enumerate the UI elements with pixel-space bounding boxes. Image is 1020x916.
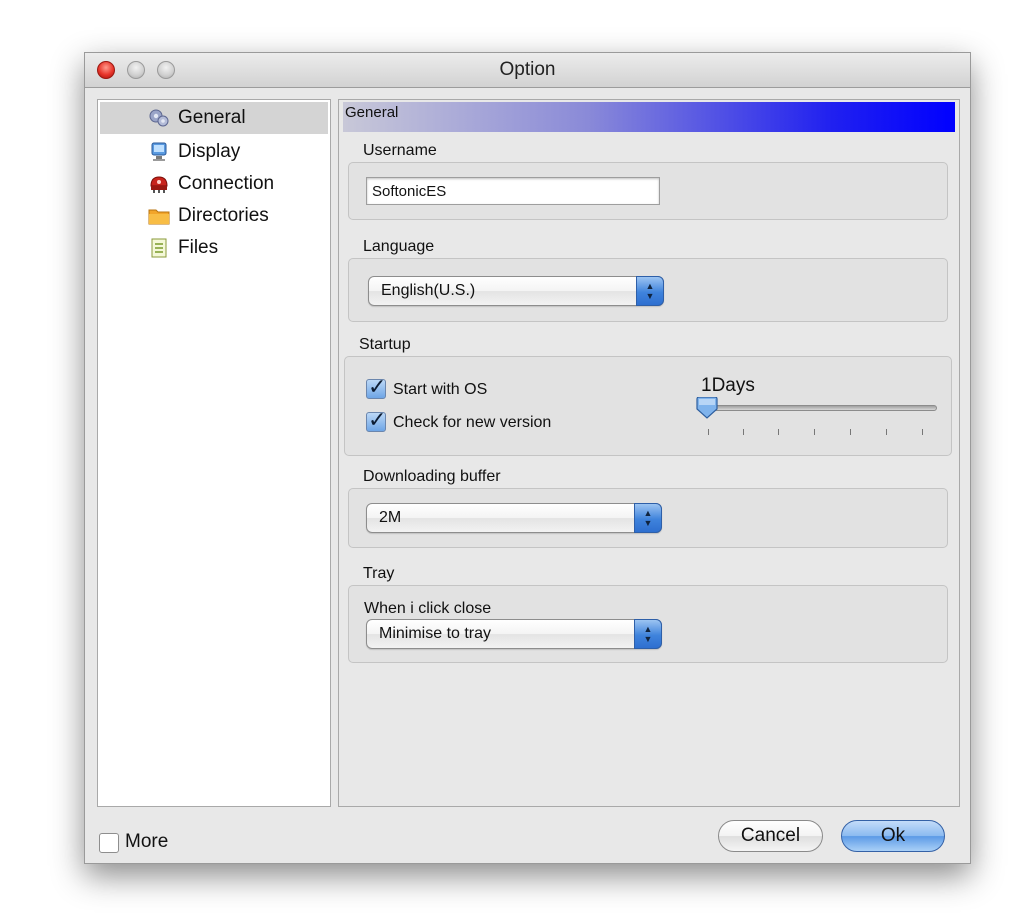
slider-tick (850, 429, 851, 435)
monitor-icon (151, 142, 167, 161)
select-arrows-icon: ▲ ▼ (634, 619, 662, 649)
days-slider-thumb[interactable] (695, 397, 719, 419)
language-group: English(U.S.) ▲ ▼ (348, 258, 948, 322)
slider-tick (743, 429, 744, 435)
start-with-os-label: Start with OS (393, 381, 488, 398)
slider-tick (814, 429, 815, 435)
sidebar-item-label: General (178, 107, 246, 128)
ok-button[interactable]: Ok (841, 820, 945, 852)
slider-tick (778, 429, 779, 435)
more-label: More (125, 831, 169, 852)
startup-group: ✓ Start with OS ✓ Check for new version … (344, 356, 952, 456)
tray-select-value: Minimise to tray (379, 625, 492, 642)
buffer-select[interactable]: 2M ▲ ▼ (366, 503, 662, 533)
window-title: Option (499, 59, 556, 80)
section-header-title: General (345, 104, 399, 121)
check-new-version-checkbox[interactable]: ✓ (366, 407, 386, 432)
settings-panel: General Username Language English(U.S.) … (338, 99, 960, 807)
sidebar: General Display Connection Directories F… (97, 99, 331, 807)
language-label: Language (363, 238, 435, 255)
buffer-group: 2M ▲ ▼ (348, 488, 948, 548)
sidebar-item-display[interactable]: Display (98, 136, 330, 168)
username-group (348, 162, 948, 220)
cancel-button[interactable]: Cancel (718, 820, 823, 852)
buffer-select-value: 2M (379, 509, 402, 526)
network-icon (150, 176, 168, 193)
tray-group: When i click close Minimise to tray ▲ ▼ (348, 585, 948, 663)
slider-tick (922, 429, 923, 435)
buffer-label: Downloading buffer (363, 468, 501, 485)
select-arrows-icon: ▲ ▼ (634, 503, 662, 533)
document-icon (151, 238, 167, 258)
sidebar-item-label: Files (178, 237, 219, 258)
sidebar-item-directories[interactable]: Directories (98, 200, 330, 232)
language-select[interactable]: English(U.S.) ▲ ▼ (368, 276, 664, 306)
more-checkbox[interactable] (99, 833, 119, 853)
check-new-version-label: Check for new version (393, 414, 552, 431)
sidebar-item-label: Display (178, 141, 241, 162)
tray-close-label: When i click close (364, 600, 492, 617)
tray-label: Tray (363, 565, 395, 582)
sidebar-item-label: Connection (178, 173, 275, 194)
days-slider-track[interactable] (697, 405, 937, 411)
username-input[interactable] (366, 177, 660, 205)
language-select-value: English(U.S.) (381, 282, 476, 299)
sidebar-item-files[interactable]: Files (98, 232, 330, 264)
username-label: Username (363, 142, 437, 159)
start-with-os-checkbox[interactable]: ✓ (366, 374, 386, 399)
sidebar-item-general[interactable]: General (100, 102, 328, 134)
section-header: General (343, 102, 955, 132)
gears-icon (149, 109, 169, 127)
checkmark-icon: ✓ (368, 374, 387, 399)
slider-tick (708, 429, 709, 435)
title-bar[interactable]: Option (85, 53, 970, 88)
sidebar-item-connection[interactable]: Connection (98, 168, 330, 200)
startup-label: Startup (359, 336, 411, 353)
sidebar-item-label: Directories (178, 205, 269, 226)
slider-value-label: 1Days (701, 375, 755, 396)
tray-select[interactable]: Minimise to tray ▲ ▼ (366, 619, 662, 649)
options-window: Option General Display Connection Direct… (84, 52, 971, 864)
checkmark-icon: ✓ (368, 407, 387, 432)
slider-tick (886, 429, 887, 435)
folder-icon (148, 209, 170, 225)
select-arrows-icon: ▲ ▼ (636, 276, 664, 306)
